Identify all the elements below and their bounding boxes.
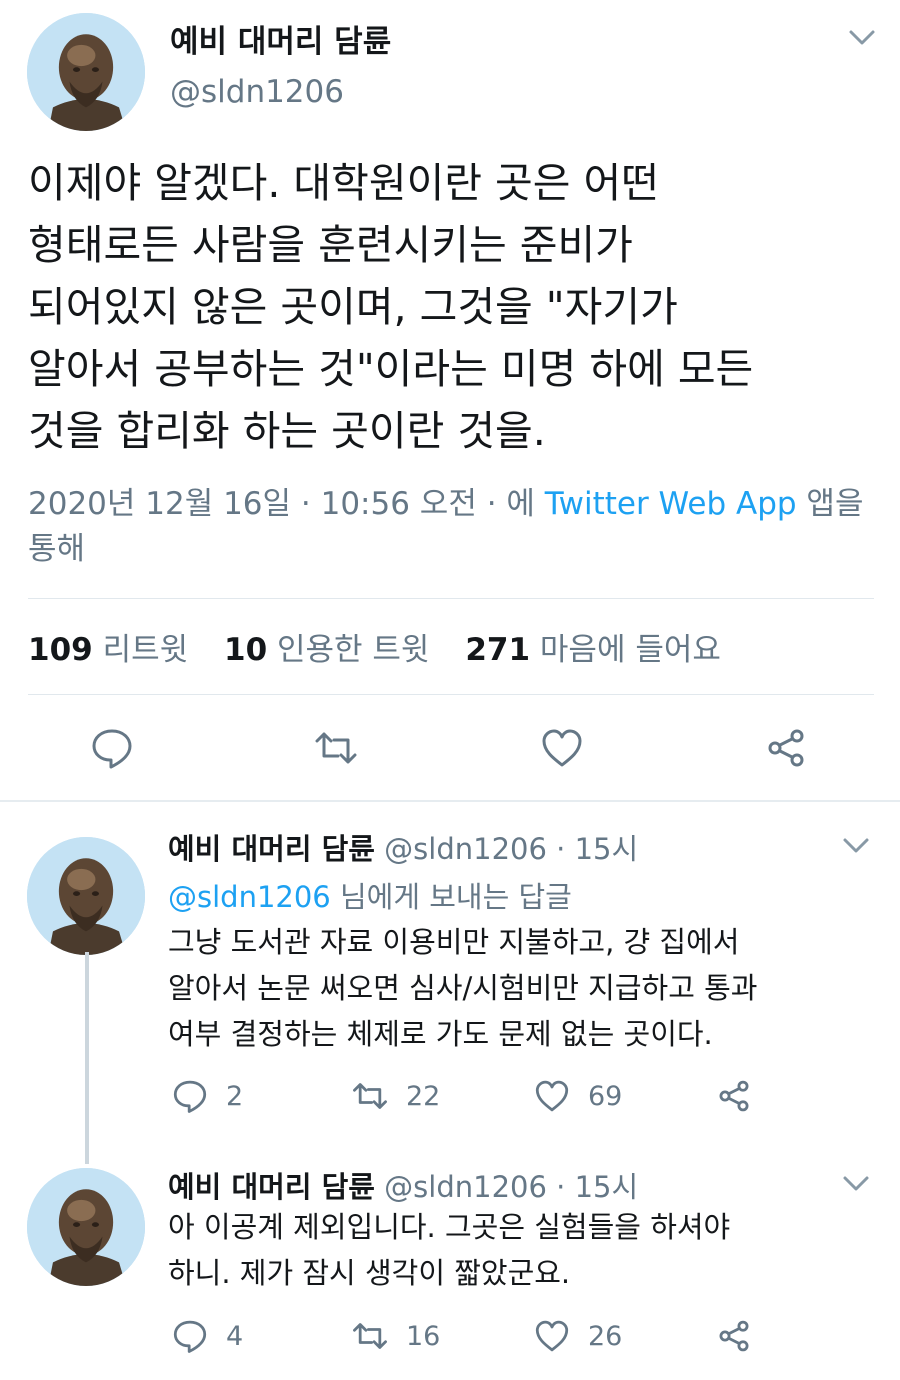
heart-icon — [535, 1080, 569, 1112]
comment-bubble-icon — [173, 1320, 207, 1353]
share-button[interactable] — [716, 1318, 770, 1354]
comment-bubble-icon — [173, 1080, 207, 1113]
reply-button[interactable]: 4 — [172, 1318, 243, 1354]
tweet-text: 이제야 알겠다. 대학원이란 곳은 어떤 형태로든 사람을 훈련시키는 준비가 … — [28, 159, 754, 455]
avatar[interactable] — [27, 837, 145, 955]
chevron-down-icon[interactable] — [848, 28, 876, 48]
reply-text: 아 이공계 제외입니다. 그곳은 실험들을 하셔야 하니. 제가 잠시 생각이 … — [168, 1210, 731, 1290]
retweet-button[interactable]: 22 — [352, 1078, 440, 1114]
avatar[interactable] — [27, 13, 145, 131]
display-name[interactable]: 예비 대머리 담륜 — [170, 16, 391, 61]
like-button[interactable] — [540, 726, 584, 770]
reply-time[interactable]: · 15시 — [556, 832, 638, 866]
display-name[interactable]: 예비 대머리 담륜 — [168, 832, 375, 866]
comment-bubble-icon — [92, 729, 132, 769]
retweet-count: 16 — [406, 1320, 441, 1352]
tweet-stats: 109 리트윗 10 인용한 트윗 271 마음에 들어요 — [28, 624, 747, 669]
heart-icon — [535, 1320, 569, 1352]
share-button[interactable] — [716, 1078, 770, 1114]
like-button[interactable]: 26 — [534, 1318, 622, 1354]
source-suffix: 앱을 — [806, 486, 864, 522]
likes-count: 271 — [465, 632, 531, 668]
reply-count: 4 — [226, 1320, 244, 1352]
like-count: 26 — [588, 1320, 623, 1352]
user-handle[interactable]: @sldn1206 — [170, 74, 344, 110]
retweet-count: 22 — [406, 1080, 441, 1112]
retweet-icon — [353, 1323, 387, 1349]
replying-to: @sldn1206 님에게 보내는 답글 — [168, 874, 572, 916]
chevron-down-icon[interactable] — [842, 1174, 870, 1194]
tweet-metadata: 2020년 12월 16일 · 10:56 오전 · 에 Twitter Web… — [28, 482, 878, 572]
replying-to-label: 님에게 보내는 답글 — [339, 880, 572, 914]
reply-button[interactable]: 2 — [172, 1078, 243, 1114]
quotes-stat[interactable]: 10 인용한 트윗 — [224, 632, 429, 668]
user-handle[interactable]: @sldn1206 — [384, 832, 547, 866]
user-handle[interactable]: @sldn1206 — [384, 1170, 547, 1204]
heart-icon — [542, 729, 582, 767]
chevron-down-icon[interactable] — [842, 836, 870, 856]
quotes-label: 인용한 트윗 — [277, 632, 430, 668]
reply-text: 그냥 도서관 자료 이용비만 지불하고, 걍 집에서 알아서 논문 써오면 심사… — [168, 925, 758, 1051]
retweet-button[interactable]: 16 — [352, 1318, 440, 1354]
retweets-count: 109 — [28, 632, 93, 668]
retweet-button[interactable] — [314, 726, 358, 770]
replying-to-handle[interactable]: @sldn1206 — [168, 880, 331, 914]
retweets-stat[interactable]: 109 리트윗 — [28, 632, 188, 668]
source-suffix-2: 통해 — [28, 531, 86, 567]
avatar[interactable] — [27, 1168, 145, 1286]
share-icon — [768, 729, 804, 767]
divider — [28, 694, 874, 695]
reply-count: 2 — [226, 1080, 244, 1112]
retweets-label: 리트윗 — [102, 632, 189, 668]
retweet-icon — [315, 732, 357, 764]
reply-header: 예비 대머리 담륜 @sldn1206 · 15시 — [168, 826, 638, 868]
quotes-count: 10 — [224, 632, 268, 668]
share-icon — [719, 1320, 749, 1352]
share-icon — [719, 1080, 749, 1112]
share-button[interactable] — [764, 726, 808, 770]
source-app-link[interactable]: Twitter Web App — [545, 486, 797, 522]
retweet-icon — [353, 1083, 387, 1109]
display-name[interactable]: 예비 대머리 담륜 — [168, 1170, 375, 1204]
like-count: 69 — [588, 1080, 623, 1112]
divider — [28, 598, 874, 599]
likes-label: 마음에 들어요 — [539, 632, 721, 668]
section-separator — [0, 800, 900, 802]
reply-time[interactable]: · 15시 — [556, 1170, 638, 1204]
thread-line — [85, 952, 89, 1164]
likes-stat[interactable]: 271 마음에 들어요 — [465, 632, 721, 668]
reply-header: 예비 대머리 담륜 @sldn1206 · 15시 — [168, 1164, 638, 1206]
timestamp[interactable]: 2020년 12월 16일 · 10:56 오전 · 에 — [28, 486, 535, 522]
like-button[interactable]: 69 — [534, 1078, 622, 1114]
reply-button[interactable] — [90, 726, 134, 770]
